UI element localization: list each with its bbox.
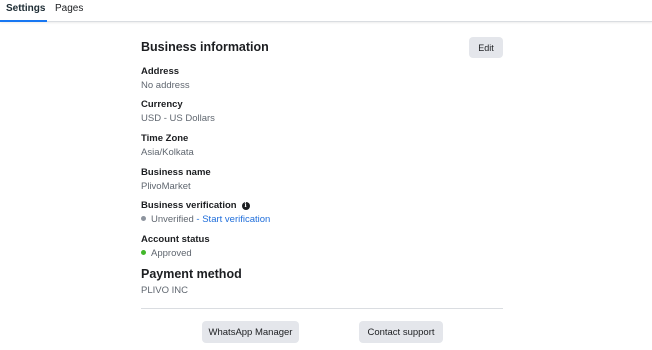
tab-settings[interactable]: Settings xyxy=(0,0,47,22)
timezone-label: Time Zone xyxy=(141,133,189,144)
account-status-value: Approved xyxy=(151,248,192,259)
address-value: No address xyxy=(141,80,190,91)
start-verification-link[interactable]: - Start verification xyxy=(196,214,270,225)
verification-label: Business verification xyxy=(141,200,237,211)
account-status-label: Account status xyxy=(141,234,210,245)
tab-bar: Settings Pages xyxy=(0,0,652,22)
payment-method-value: PLIVO INC xyxy=(141,285,188,296)
business-info-title: Business information xyxy=(141,40,269,54)
verification-label-row: Business verification i xyxy=(141,200,250,211)
tab-pages[interactable]: Pages xyxy=(55,0,85,21)
footer-divider xyxy=(141,308,503,309)
currency-value: USD - US Dollars xyxy=(141,113,215,124)
timezone-value: Asia/Kolkata xyxy=(141,147,194,158)
business-name-label: Business name xyxy=(141,167,211,178)
verification-status: Unverified xyxy=(151,214,194,225)
status-dot-green xyxy=(141,249,146,255)
whatsapp-manager-button[interactable]: WhatsApp Manager xyxy=(202,321,299,343)
info-icon[interactable]: i xyxy=(241,202,250,210)
account-status-row: Approved xyxy=(141,248,192,259)
status-dot-gray xyxy=(141,215,146,221)
address-label: Address xyxy=(141,66,180,77)
contact-support-button[interactable]: Contact support xyxy=(359,321,443,343)
currency-label: Currency xyxy=(141,99,183,110)
payment-method-title: Payment method xyxy=(141,267,242,281)
verification-status-row: Unverified - Start verification xyxy=(141,214,270,225)
business-name-value: PlivoMarket xyxy=(141,181,191,192)
edit-button[interactable]: Edit xyxy=(469,37,503,58)
